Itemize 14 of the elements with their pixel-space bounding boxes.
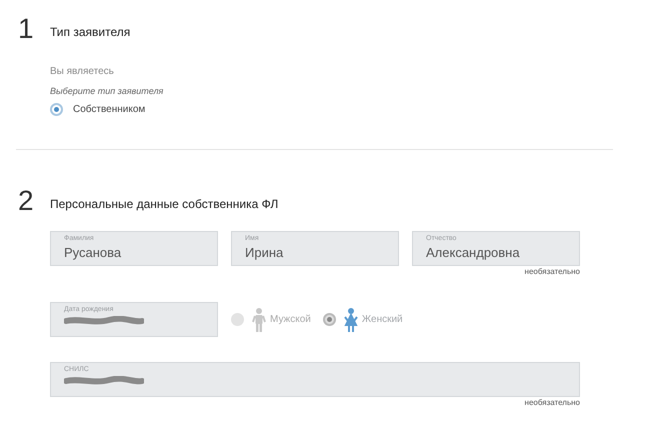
step-number: 2 (18, 186, 32, 216)
man-icon (252, 308, 266, 332)
step-number: 1 (18, 14, 32, 44)
question-label: Вы являетесь (50, 66, 115, 78)
optional-note: необязательно (524, 267, 580, 277)
section-title: Тип заявителя (50, 24, 130, 41)
woman-icon (344, 308, 358, 332)
field-value: Русанова (64, 244, 122, 262)
field-value: Александровна (426, 244, 521, 262)
section-title: Персональные данные собственника ФЛ (50, 196, 278, 213)
hint-text: Выберите тип заявителя (50, 86, 164, 97)
radio-option[interactable]: Собственником (50, 101, 650, 117)
field-value: Ирина (245, 244, 284, 262)
optional-note: необязательно (524, 398, 580, 408)
